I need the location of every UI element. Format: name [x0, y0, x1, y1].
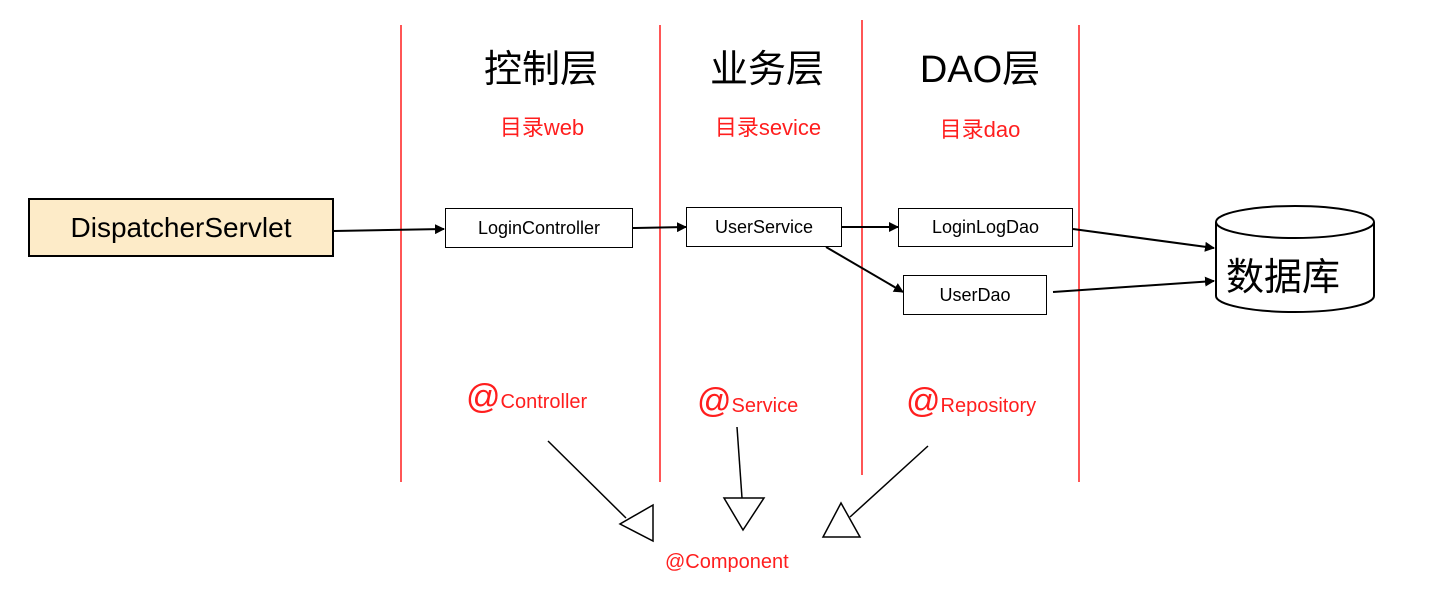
directory-label-web: 目录web [499, 115, 585, 140]
user-service-box: UserService [686, 207, 842, 247]
annotation-service-name: Service [731, 395, 799, 417]
database-label: 数据库 [1226, 257, 1341, 299]
component-annotation: @Component [665, 551, 789, 573]
layer-title-service: 业务层 [709, 49, 824, 91]
annotation-controller: @ Controller [466, 380, 587, 414]
inherit-arrow-service [722, 426, 766, 532]
architecture-diagram: 控制层 业务层 DAO层 目录web 目录sevice 目录dao Dispat… [0, 0, 1444, 590]
dispatcher-servlet-box: DispatcherServlet [28, 198, 334, 257]
annotation-service: @ Service [697, 384, 798, 418]
user-dao-box: UserDao [903, 275, 1047, 315]
inherit-arrow-repository [821, 445, 929, 538]
annotation-controller-name: Controller [500, 391, 588, 413]
directory-label-service: 目录sevice [714, 115, 822, 140]
inherit-arrow-controller [547, 440, 654, 543]
annotation-repository-name: Repository [940, 395, 1037, 417]
login-controller-box: LoginController [445, 208, 633, 248]
at-symbol: @ [466, 378, 501, 416]
arrow-service-to-userdao [825, 246, 904, 293]
login-log-dao-box: LoginLogDao [898, 208, 1073, 247]
arrow-dispatcher-to-controller [333, 224, 445, 235]
layer-title-dao: DAO层 [919, 49, 1041, 91]
at-symbol: @ [697, 382, 732, 420]
layer-title-controller: 控制层 [483, 49, 598, 91]
annotation-repository: @ Repository [906, 384, 1036, 418]
arrow-loginlogdao-to-database [1072, 228, 1215, 252]
directory-label-dao: 目录dao [939, 117, 1021, 142]
at-symbol: @ [906, 382, 941, 420]
arrow-controller-to-service [632, 222, 687, 233]
arrow-userdao-to-database [1052, 276, 1215, 293]
